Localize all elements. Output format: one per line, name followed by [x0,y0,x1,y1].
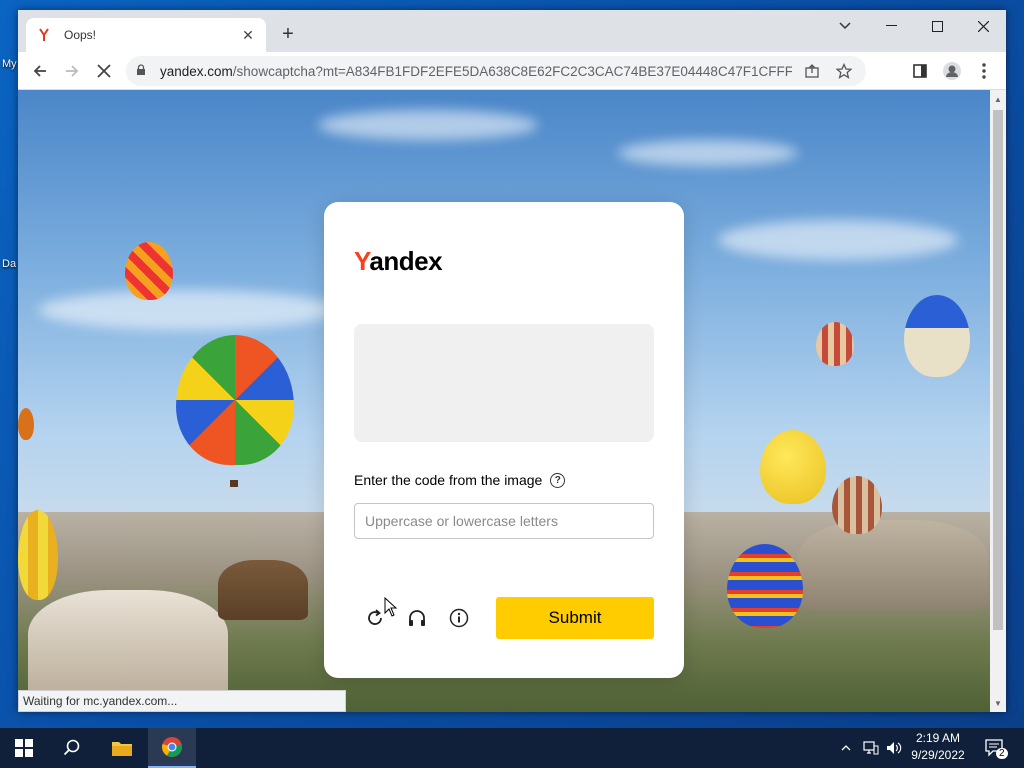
yandex-logo: Yandex [354,246,443,276]
network-icon[interactable] [860,728,882,768]
scrollbar-thumb[interactable] [993,110,1003,630]
share-icon[interactable] [800,59,824,83]
yandex-favicon-icon [36,27,52,43]
file-explorer-icon[interactable] [98,728,146,768]
captcha-image [354,324,654,442]
side-panel-icon[interactable] [906,57,934,85]
scroll-down-arrow-icon[interactable]: ▼ [990,696,1006,710]
hot-air-balloon [832,476,882,534]
start-button[interactable] [0,728,48,768]
profile-avatar-icon[interactable] [938,57,966,85]
cloud [718,220,958,260]
captcha-prompt: Enter the code from the image ? [354,472,566,488]
hot-air-balloon [18,510,58,600]
info-icon[interactable] [447,606,471,630]
minimize-button[interactable] [868,10,914,42]
balloon-basket [230,480,238,487]
mouse-cursor-icon [384,597,398,617]
lock-icon[interactable] [136,63,150,79]
status-bar: Waiting for mc.yandex.com... [18,690,346,712]
stop-loading-button[interactable] [90,57,118,85]
bookmark-star-icon[interactable] [832,59,856,83]
browser-toolbar: yandex.com/showcaptcha?mt=A834FB1FDF2EFE… [18,52,1006,90]
maximize-button[interactable] [914,10,960,42]
page-content: Yandex Enter the code from the image ? S… [18,90,990,712]
browser-window: Oops! ✕ + yandex.com/showcaptcha?mt=A834… [18,10,1006,712]
hot-air-balloon [816,322,854,366]
rock-formation [798,520,988,610]
prompt-label: Enter the code from the image [354,472,543,488]
browser-tab[interactable]: Oops! ✕ [26,18,266,52]
hot-air-balloon [904,295,970,377]
tab-strip: Oops! ✕ + [18,10,1006,52]
tab-close-icon[interactable]: ✕ [240,27,256,44]
submit-button[interactable]: Submit [496,597,654,639]
rock-formation [28,590,228,700]
clock-time: 2:19 AM [915,731,961,745]
forward-button[interactable] [58,57,86,85]
cloud [618,140,798,166]
new-tab-button[interactable]: + [276,22,300,46]
cloud [38,290,338,330]
system-clock[interactable]: 2:19 AM 9/29/2022 [900,730,976,764]
tab-search-chevron-icon[interactable] [822,10,868,42]
menu-kebab-icon[interactable] [970,57,998,85]
taskbar: 2:19 AM 9/29/2022 2 [0,728,1024,768]
captcha-code-input[interactable] [354,503,654,539]
notification-center-icon[interactable]: 2 [978,728,1012,768]
captcha-card: Yandex Enter the code from the image ? S… [324,202,684,678]
close-window-button[interactable] [960,10,1006,42]
hot-air-balloon [125,242,173,300]
hot-air-balloon [727,544,803,628]
address-bar[interactable]: yandex.com/showcaptcha?mt=A834FB1FDF2EFE… [126,56,866,86]
url-text[interactable]: yandex.com/showcaptcha?mt=A834FB1FDF2EFE… [160,64,792,79]
chrome-taskbar-icon[interactable] [148,728,196,768]
desktop-icon-label[interactable]: My [2,58,17,70]
tray-chevron-up-icon[interactable] [836,728,856,768]
audio-headphones-icon[interactable] [405,606,429,630]
clock-date: 9/29/2022 [911,748,965,762]
desktop-icon-label[interactable]: Da [2,258,16,270]
back-button[interactable] [26,57,54,85]
tab-title: Oops! [64,28,97,42]
search-icon[interactable] [48,728,96,768]
notification-badge: 2 [996,748,1008,759]
scroll-up-arrow-icon[interactable]: ▲ [990,92,1006,106]
hot-air-balloon [18,408,34,440]
help-question-icon[interactable]: ? [550,472,566,488]
rock-formation [218,560,308,620]
hot-air-balloon [760,430,826,504]
hot-air-balloon [176,335,294,465]
cloud [318,110,538,140]
vertical-scrollbar[interactable]: ▲ ▼ [990,90,1006,712]
